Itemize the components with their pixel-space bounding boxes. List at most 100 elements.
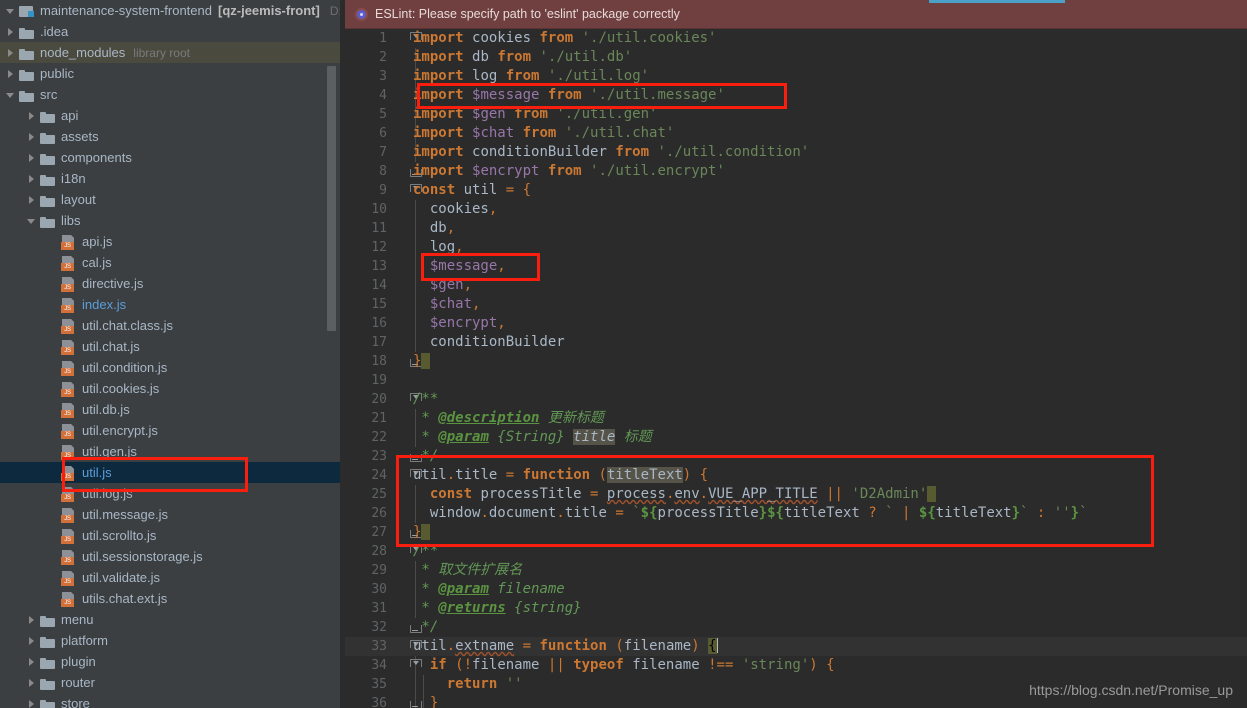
chevron-right-icon[interactable] — [25, 151, 38, 164]
code-line[interactable]: 32 */ — [345, 618, 1247, 637]
chevron-down-icon[interactable] — [25, 214, 38, 227]
tree-row-platform[interactable]: platform — [0, 630, 345, 651]
chevron-right-icon[interactable] — [4, 46, 17, 59]
tree-row-util-log-js[interactable]: util.log.js — [0, 483, 345, 504]
tree-row-menu[interactable]: menu — [0, 609, 345, 630]
code-line[interactable]: 16 $encrypt, — [345, 314, 1247, 333]
js-file-icon — [61, 507, 77, 523]
code-line[interactable]: 1 import cookies from './util.cookies' — [345, 29, 1247, 48]
tree-row-project-root[interactable]: maintenance-system-frontend [qz-jeemis-f… — [0, 0, 345, 21]
tree-row-util-validate-js[interactable]: util.validate.js — [0, 567, 345, 588]
tree-row-layout[interactable]: layout — [0, 189, 345, 210]
tree-row-util-chat-class-js[interactable]: util.chat.class.js — [0, 315, 345, 336]
chevron-right-icon[interactable] — [25, 172, 38, 185]
tree-row-util-cookies-js[interactable]: util.cookies.js — [0, 378, 345, 399]
tree-row-public[interactable]: public — [0, 63, 345, 84]
project-tree-panel[interactable]: maintenance-system-frontend [qz-jeemis-f… — [0, 0, 345, 708]
code-line[interactable]: 14 $gen, — [345, 276, 1247, 295]
tree-row-api-js[interactable]: api.js — [0, 231, 345, 252]
tree-row-router[interactable]: router — [0, 672, 345, 693]
code-line[interactable]: 17 conditionBuilder — [345, 333, 1247, 352]
code-line[interactable]: 15 $chat, — [345, 295, 1247, 314]
tree-row-components[interactable]: components — [0, 147, 345, 168]
code-line[interactable]: 19 — [345, 371, 1247, 390]
code-line[interactable]: 29 * 取文件扩展名 — [345, 561, 1247, 580]
line-number: 9 — [379, 183, 387, 198]
tree-row-util-scrollto-js[interactable]: util.scrollto.js — [0, 525, 345, 546]
code-line[interactable]: 5 import $gen from './util.gen' — [345, 105, 1247, 124]
tree-row-util-js[interactable]: util.js — [0, 462, 345, 483]
code-line[interactable]: 7 import conditionBuilder from './util.co… — [345, 143, 1247, 162]
sidebar-scrollbar[interactable] — [327, 66, 336, 331]
code-line[interactable]: 23 */ — [345, 447, 1247, 466]
code-line[interactable]: 12 log, — [345, 238, 1247, 257]
code-line[interactable]: 11 db, — [345, 219, 1247, 238]
eslint-notification-bar[interactable]: ESLint: Please specify path to 'eslint' … — [345, 0, 1247, 29]
chevron-right-icon[interactable] — [25, 193, 38, 206]
line-number: 12 — [371, 240, 387, 255]
code-line[interactable]: 10 cookies, — [345, 200, 1247, 219]
tree-row-plugin[interactable]: plugin — [0, 651, 345, 672]
tree-row-util-condition-js[interactable]: util.condition.js — [0, 357, 345, 378]
code-line[interactable]: 22 * @param {String} title 标题 — [345, 428, 1247, 447]
chevron-right-icon[interactable] — [25, 655, 38, 668]
code-line[interactable]: 20 /** — [345, 390, 1247, 409]
error-circle-icon — [355, 7, 368, 21]
code-line[interactable]: 31 * @returns {string} — [345, 599, 1247, 618]
code-line[interactable]: 26 window.document.title = `${processTit… — [345, 504, 1247, 523]
chevron-down-icon[interactable] — [4, 88, 17, 101]
chevron-right-icon[interactable] — [4, 67, 17, 80]
code-line-text: /** — [413, 391, 439, 407]
code-line-text: */ — [413, 448, 439, 464]
code-line[interactable]: 8 import $encrypt from './util.encrypt' — [345, 162, 1247, 181]
chevron-right-icon[interactable] — [25, 613, 38, 626]
code-line[interactable]: 30 * @param filename — [345, 580, 1247, 599]
code-line[interactable]: 9 const util = { — [345, 181, 1247, 200]
code-line[interactable]: 25 const processTitle = process.env.VUE_… — [345, 485, 1247, 504]
tree-row-util-chat-js[interactable]: util.chat.js — [0, 336, 345, 357]
code-line[interactable]: 34 if (!filename || typeof filename !== … — [345, 656, 1247, 675]
code-line[interactable]: 3 import log from './util.log' — [345, 67, 1247, 86]
line-number: 10 — [371, 202, 387, 217]
code-line[interactable]: 27} — [345, 523, 1247, 542]
tree-row-libs[interactable]: libs — [0, 210, 345, 231]
tree-row-index-js[interactable]: index.js — [0, 294, 345, 315]
chevron-down-icon[interactable] — [4, 4, 17, 17]
chevron-right-icon[interactable] — [25, 697, 38, 708]
tree-row-cal-js[interactable]: cal.js — [0, 252, 345, 273]
tree-item-label: util.chat.class.js — [82, 318, 174, 333]
tree-row--idea[interactable]: .idea — [0, 21, 345, 42]
chevron-right-icon[interactable] — [25, 109, 38, 122]
code-line[interactable]: 33 util.extname = function (filename) { — [345, 637, 1247, 656]
code-line[interactable]: 6 import $chat from './util.chat' — [345, 124, 1247, 143]
tree-row-api[interactable]: api — [0, 105, 345, 126]
tree-row-node-modules[interactable]: node_modules library root — [0, 42, 345, 63]
code-line[interactable]: 13 $message, — [345, 257, 1247, 276]
chevron-right-icon[interactable] — [25, 634, 38, 647]
code-line[interactable]: 24 util.title = function (titleText) { — [345, 466, 1247, 485]
code-line[interactable]: 21 * @description 更新标题 — [345, 409, 1247, 428]
code-editor[interactable]: 1 import cookies from './util.cookies' 2 im… — [345, 29, 1247, 708]
code-line[interactable]: 28 /** — [345, 542, 1247, 561]
tree-row-util-gen-js[interactable]: util.gen.js — [0, 441, 345, 462]
tree-row-util-message-js[interactable]: util.message.js — [0, 504, 345, 525]
folder-icon — [40, 150, 56, 166]
chevron-right-icon[interactable] — [25, 130, 38, 143]
code-line[interactable]: 18} — [345, 352, 1247, 371]
tree-row-assets[interactable]: assets — [0, 126, 345, 147]
line-number: 30 — [371, 582, 387, 597]
tree-row-directive-js[interactable]: directive.js — [0, 273, 345, 294]
tree-row-util-sessionstorage-js[interactable]: util.sessionstorage.js — [0, 546, 345, 567]
code-line[interactable]: 4 import $message from './util.message' — [345, 86, 1247, 105]
chevron-right-icon[interactable] — [4, 25, 17, 38]
tree-row-utils-chat-ext-js[interactable]: utils.chat.ext.js — [0, 588, 345, 609]
tree-item-sublabel: library root — [133, 45, 190, 60]
tree-row-store[interactable]: store — [0, 693, 345, 708]
tree-row-src[interactable]: src — [0, 84, 345, 105]
code-line[interactable]: 2 import db from './util.db' — [345, 48, 1247, 67]
tree-row-util-encrypt-js[interactable]: util.encrypt.js — [0, 420, 345, 441]
tree-row-util-db-js[interactable]: util.db.js — [0, 399, 345, 420]
chevron-right-icon[interactable] — [25, 676, 38, 689]
tree-row-i18n[interactable]: i18n — [0, 168, 345, 189]
